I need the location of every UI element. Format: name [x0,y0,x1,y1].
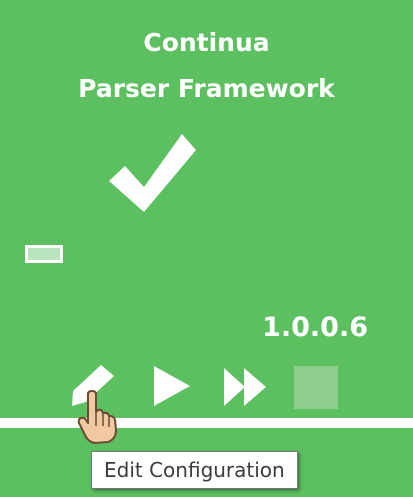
tile-title-line2: Parser Framework [78,74,335,103]
tooltip: Edit Configuration [91,451,298,489]
play-icon[interactable] [150,364,192,408]
version-label: 1.0.0.6 [262,312,368,343]
progress-indicator [25,245,63,263]
parser-framework-tile[interactable]: Continua Parser Framework 1.0.0.6 Edit C… [0,0,413,497]
tile-divider [0,418,413,428]
stop-icon[interactable] [294,366,338,409]
tile-title-line1: Continua [143,28,270,57]
checkmark-icon [109,134,196,212]
fast-forward-icon[interactable] [222,366,268,408]
hand-pointer-icon [77,390,117,444]
